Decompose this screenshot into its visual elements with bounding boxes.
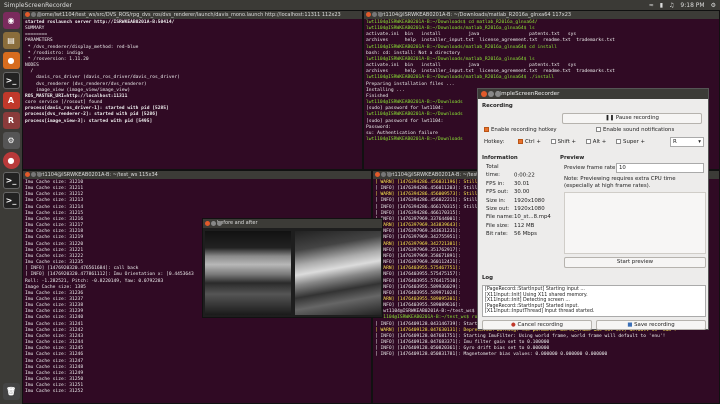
- enable-hotkey-checkbox[interactable]: Enable recording hotkey: [484, 127, 557, 133]
- maximize-icon[interactable]: [37, 12, 42, 17]
- preview-note: Note: Previewing requires extra CPU time…: [564, 176, 676, 189]
- minimize-icon[interactable]: [488, 91, 494, 97]
- terminal-titlebar[interactable]: lwt1104@ISRWKEAB0201A-B: ~/Downloads/mat…: [364, 11, 719, 19]
- information-header: Information: [482, 155, 518, 161]
- image-view-window[interactable]: before and after: [202, 218, 383, 318]
- close-icon[interactable]: [481, 91, 487, 97]
- top-panel: SimpleScreenRecorder ≈ ▮ ♫ 9:18 PM ⚙: [0, 0, 720, 10]
- super-checkbox[interactable]: Super +: [616, 139, 645, 145]
- volume-icon[interactable]: ♫: [669, 2, 674, 9]
- terminal-title: lwt1104@ISRWKEAB0201A-B: ~/test_ws 115x3…: [37, 172, 158, 178]
- minimize-icon[interactable]: [31, 12, 36, 17]
- ssr-window[interactable]: SimpleScreenRecorder Recording ❚❚ Pause …: [477, 88, 709, 330]
- wifi-icon[interactable]: ≈: [649, 2, 654, 9]
- terminal-title: /home/lwt1104/test_ws/src/DVS_ROS/rpg_dv…: [37, 12, 341, 18]
- trash-icon[interactable]: 🗑: [2, 383, 20, 400]
- maximize-icon[interactable]: [387, 172, 392, 177]
- cancel-recording-button[interactable]: ● Cancel recording: [482, 320, 592, 330]
- rviz-icon[interactable]: R: [2, 112, 20, 129]
- pause-recording-button[interactable]: ❚❚ Pause recording: [562, 113, 702, 124]
- enable-notifications-checkbox[interactable]: Enable sound notifications: [596, 127, 674, 133]
- terminal-titlebar[interactable]: lwt1104@ISRWKEAB0201A-B: ~/test_ws 115x3…: [23, 171, 371, 179]
- terminal-line: process[image_view-3]: started with pid …: [25, 118, 153, 124]
- terminal-titlebar[interactable]: /home/lwt1104/test_ws/src/DVS_ROS/rpg_dv…: [23, 11, 362, 19]
- maximize-icon[interactable]: [217, 221, 222, 226]
- info-row: FPS in: 30.01: [486, 180, 530, 187]
- minimize-icon[interactable]: [372, 12, 377, 17]
- terminal-icon[interactable]: >_: [2, 192, 20, 209]
- hotkey-key-select[interactable]: R ▾: [670, 137, 704, 147]
- shift-checkbox[interactable]: Shift +: [550, 139, 576, 145]
- maximize-icon[interactable]: [378, 12, 383, 17]
- close-icon[interactable]: [205, 221, 210, 226]
- terminal-roslaunch[interactable]: /home/lwt1104/test_ws/src/DVS_ROS/rpg_dv…: [22, 10, 363, 170]
- files-icon[interactable]: ▤: [2, 32, 20, 49]
- camera-image-before: [205, 231, 291, 315]
- dash-icon[interactable]: ◉: [2, 12, 20, 29]
- info-row: Size out: 1920x1080: [486, 206, 545, 213]
- terminal-icon[interactable]: >_: [2, 72, 20, 89]
- chevron-down-icon: ▾: [698, 139, 701, 145]
- alt-checkbox[interactable]: Alt +: [585, 139, 606, 145]
- terminal-line: [ INFO] [1476409128.050831781]: Magnetom…: [375, 352, 608, 358]
- preview-header: Preview: [560, 155, 585, 161]
- terminal-output: started roslaunch server http://ISRWKEAB…: [23, 19, 362, 126]
- info-row: File name:10_st...8.mp4: [486, 214, 551, 221]
- terminal-icon[interactable]: >_: [2, 172, 20, 189]
- log-box[interactable]: [PageRecord::StartInput] Starting input …: [482, 285, 706, 317]
- start-preview-button[interactable]: Start preview: [564, 257, 706, 268]
- info-row: Total time: 0:00:22: [486, 164, 535, 179]
- image-view-titlebar[interactable]: before and after: [203, 219, 382, 228]
- log-header: Log: [482, 275, 493, 281]
- maximize-icon[interactable]: [495, 91, 501, 97]
- camera-image-after: [295, 231, 381, 315]
- ssr-icon[interactable]: ●: [2, 152, 20, 169]
- settings-icon[interactable]: ⚙: [2, 132, 20, 149]
- active-app-title: SimpleScreenRecorder: [4, 1, 73, 9]
- preview-area: [564, 192, 706, 254]
- image-view-title: before and after: [217, 220, 258, 226]
- minimize-icon[interactable]: [381, 172, 386, 177]
- log-line: [X11Input::InputThread] Input thread sta…: [485, 309, 595, 315]
- minimize-icon[interactable]: [211, 221, 216, 226]
- pause-icon: ❚❚: [605, 115, 616, 121]
- gear-icon[interactable]: ⚙: [711, 2, 716, 9]
- ssr-title: SimpleScreenRecorder: [496, 91, 560, 97]
- close-icon[interactable]: [25, 12, 30, 17]
- info-row: Bit rate: 56 Mbps: [486, 231, 537, 238]
- info-row: File size: 112 MB: [486, 222, 535, 229]
- system-tray: ≈ ▮ ♫ 9:18 PM ⚙: [649, 2, 720, 9]
- preview-rate-label: Preview frame rate:: [564, 165, 618, 171]
- close-icon[interactable]: [375, 172, 380, 177]
- battery-icon[interactable]: ▮: [660, 2, 663, 9]
- info-row: Size in: 1920x1080: [486, 197, 545, 204]
- clock[interactable]: 9:18 PM: [680, 2, 704, 9]
- information-list: Total time: 0:00:22 FPS in: 30.01 FPS out: 30…: [486, 163, 551, 239]
- minimize-icon[interactable]: [31, 172, 36, 177]
- recording-header: Recording: [482, 103, 513, 109]
- software-icon[interactable]: A: [2, 92, 20, 109]
- save-recording-button[interactable]: ■ Save recording: [596, 320, 706, 330]
- terminal-title: lwt1104@ISRWKEAB0201A-B: ~/Downloads/mat…: [378, 12, 572, 18]
- ctrl-checkbox[interactable]: Ctrl +: [518, 139, 541, 145]
- terminal-title: lwt1104@ISRWKEAB0201A-B: ~/test_ws: [387, 172, 488, 178]
- terminal-line: Imu Cache size: 31252: [25, 389, 84, 395]
- launcher: ◉ ▤ ● >_ A R ⚙ ● >_ >_ 🗑: [0, 10, 22, 404]
- close-icon[interactable]: [366, 12, 371, 17]
- info-row: FPS out: 30.00: [486, 189, 530, 196]
- firefox-icon[interactable]: ●: [2, 52, 20, 69]
- preview-rate-spinbox[interactable]: 10: [616, 163, 704, 173]
- ssr-titlebar[interactable]: SimpleScreenRecorder: [478, 89, 708, 99]
- hotkey-row: Hotkey: Ctrl + Shift + Alt + Super +: [484, 139, 646, 145]
- maximize-icon[interactable]: [37, 172, 42, 177]
- close-icon[interactable]: [25, 172, 30, 177]
